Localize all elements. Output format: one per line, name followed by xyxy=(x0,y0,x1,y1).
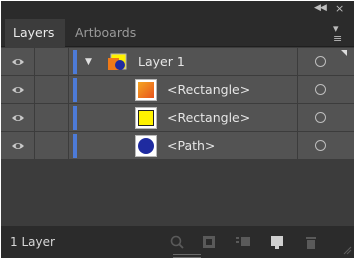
target-circle-icon[interactable] xyxy=(315,112,326,123)
lock-toggle[interactable] xyxy=(35,104,69,131)
make-clipping-mask-icon[interactable] xyxy=(201,234,217,250)
layer-item-row[interactable]: <Rectangle> xyxy=(1,76,354,104)
item-name[interactable]: <Rectangle> xyxy=(167,82,250,97)
layer-thumbnail-icon xyxy=(108,53,127,70)
visibility-toggle[interactable] xyxy=(1,48,35,75)
panel-title-bar: ◀◀ × xyxy=(1,1,354,19)
layer-color-bar xyxy=(73,50,77,74)
target-column[interactable] xyxy=(297,104,354,131)
target-column[interactable] xyxy=(297,76,354,103)
panel-menu-icon[interactable]: ▾ ≡ xyxy=(333,23,342,44)
layer-item-row[interactable]: <Rectangle> xyxy=(1,104,354,132)
create-new-layer-icon[interactable] xyxy=(269,234,285,250)
resize-grip-icon[interactable] xyxy=(343,246,352,255)
layers-list: ▼ Layer 1 <Rectangle> <Rectangle> <Path> xyxy=(1,48,354,160)
eye-icon xyxy=(12,115,24,121)
visibility-toggle[interactable] xyxy=(1,76,35,103)
visibility-toggle[interactable] xyxy=(1,104,35,131)
locate-object-icon[interactable] xyxy=(169,234,185,250)
eye-icon xyxy=(12,59,24,65)
double-chevron-left-icon[interactable]: ◀◀ xyxy=(314,3,327,13)
close-icon[interactable]: × xyxy=(335,2,344,15)
panel-tab-bar: Layers Artboards ▾ ≡ xyxy=(1,19,354,47)
selection-corner-icon xyxy=(341,50,347,56)
eye-icon xyxy=(12,143,24,149)
lock-toggle[interactable] xyxy=(35,76,69,103)
eye-icon xyxy=(12,87,24,93)
lock-toggle[interactable] xyxy=(35,132,69,159)
layer-color-bar xyxy=(73,134,77,158)
rectangle-thumbnail-icon xyxy=(135,79,157,101)
target-circle-icon[interactable] xyxy=(315,140,326,151)
layer-item-row[interactable]: <Path> xyxy=(1,132,354,160)
lock-toggle[interactable] xyxy=(35,48,69,75)
panel-resize-handle[interactable] xyxy=(173,254,201,258)
item-name[interactable]: <Rectangle> xyxy=(167,110,250,125)
disclosure-triangle-icon[interactable]: ▼ xyxy=(85,57,92,67)
layer-count: 1 Layer xyxy=(10,235,55,249)
tab-artboards[interactable]: Artboards xyxy=(67,19,144,47)
create-sublayer-icon[interactable] xyxy=(235,234,251,250)
delete-icon[interactable] xyxy=(303,234,319,250)
layer-row[interactable]: ▼ Layer 1 xyxy=(1,48,354,76)
target-circle-icon[interactable] xyxy=(315,56,326,67)
layers-list-empty-area xyxy=(1,164,354,226)
target-circle-icon[interactable] xyxy=(315,84,326,95)
item-name[interactable]: <Path> xyxy=(167,138,215,153)
layer-color-bar xyxy=(73,106,77,130)
target-column[interactable] xyxy=(297,132,354,159)
rectangle-thumbnail-icon xyxy=(135,107,157,129)
tab-layers[interactable]: Layers xyxy=(5,19,65,47)
layer-color-bar xyxy=(73,78,77,102)
path-thumbnail-icon xyxy=(135,135,157,157)
visibility-toggle[interactable] xyxy=(1,132,35,159)
layer-name[interactable]: Layer 1 xyxy=(138,54,185,69)
layers-panel: ◀◀ × Layers Artboards ▾ ≡ ▼ Layer 1 <Rec… xyxy=(1,1,354,258)
